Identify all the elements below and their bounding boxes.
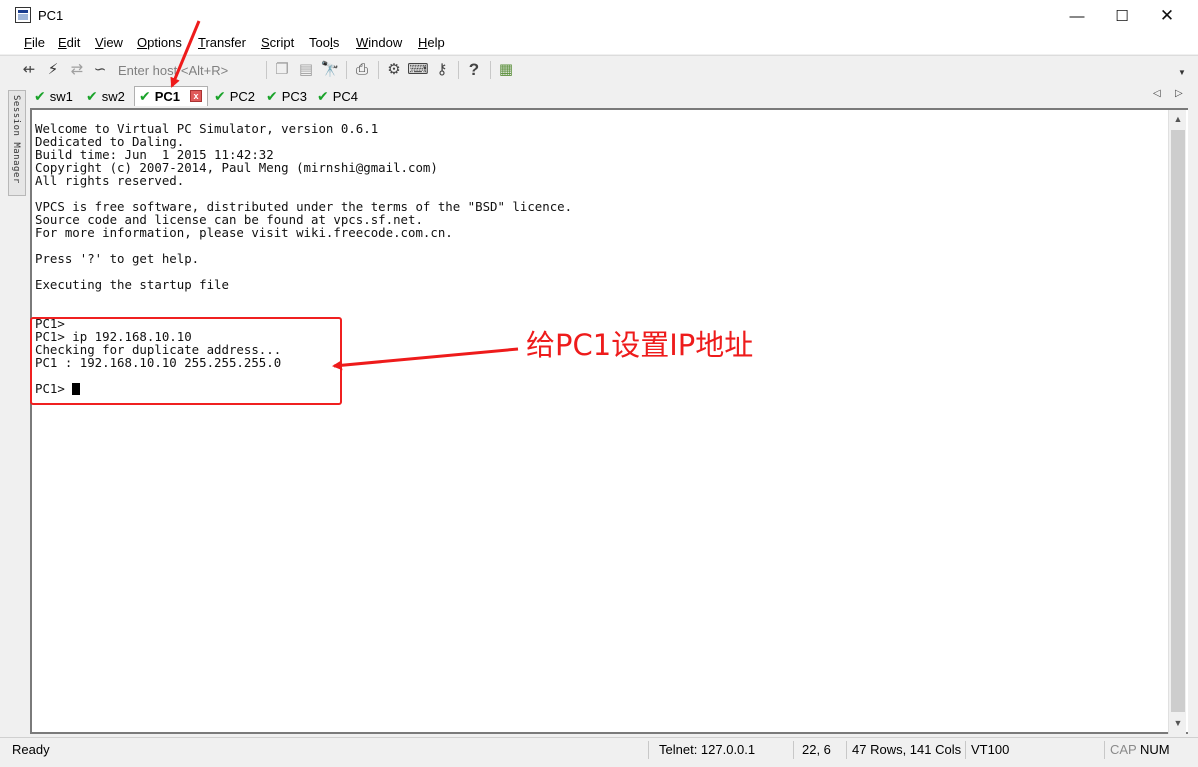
tab-sw2[interactable]: ✔ sw2 <box>82 86 132 106</box>
toolbar: ⇷ ⚡ ⇄ ∽ ❐ ▤ 🔭 ⎙ ⚙ ⌨ ⚷ ? ▦ ▼ <box>0 55 1198 84</box>
connected-check-icon: ✔ <box>34 87 46 104</box>
connect-icon[interactable]: ⇷ <box>20 61 38 79</box>
toolbar-separator <box>346 61 347 79</box>
status-divider <box>793 741 794 759</box>
status-divider <box>648 741 649 759</box>
status-cursor-position: 22, 6 <box>802 742 831 757</box>
session-manager-label: Session Manager <box>11 95 21 184</box>
host-input[interactable] <box>114 60 262 80</box>
maximize-button[interactable]: ☐ <box>1099 0 1145 32</box>
disconnect-icon[interactable]: ∽ <box>91 61 109 79</box>
title-bar: PC1 — ☐ ✕ <box>0 0 1198 32</box>
tab-next-icon[interactable]: ▷ <box>1175 88 1183 99</box>
menu-edit[interactable]: Edit <box>58 35 80 50</box>
status-connection: Telnet: 127.0.0.1 <box>659 742 756 757</box>
toolbar-separator <box>266 61 267 79</box>
menu-transfer[interactable]: Transfer <box>198 35 246 50</box>
tab-sw1[interactable]: ✔ sw1 <box>30 86 78 106</box>
tab-close-icon[interactable]: x <box>190 90 202 102</box>
keymap-icon[interactable]: ⌨ <box>407 61 429 79</box>
terminal-line: Executing the startup file <box>35 277 229 292</box>
status-size: 47 Rows, 141 Cols <box>852 742 962 757</box>
status-bar: Ready Telnet: 127.0.0.1 22, 6 47 Rows, 1… <box>0 737 1198 761</box>
tab-prev-icon[interactable]: ◁ <box>1153 88 1161 99</box>
toolbar-separator <box>458 61 459 79</box>
connected-check-icon: ✔ <box>317 87 329 104</box>
menu-file[interactable]: File <box>24 35 45 50</box>
session-tabs: ✔ sw1 ✔ sw2 ✔ PC1 x ✔ PC2 ✔ PC3 ✔ PC4 ◁ ▷ <box>30 84 1196 107</box>
session-manager-tab[interactable]: Session Manager <box>8 90 26 196</box>
tab-pc3[interactable]: ✔ PC3 <box>262 86 312 106</box>
sftp-icon[interactable]: ▦ <box>497 61 515 79</box>
status-divider <box>1104 741 1105 759</box>
toolbar-separator <box>490 61 491 79</box>
scroll-up-icon[interactable]: ▲ <box>1169 110 1187 128</box>
status-num: NUM <box>1140 742 1170 757</box>
copy-icon[interactable]: ❐ <box>273 61 291 79</box>
print-icon[interactable]: ⎙ <box>353 61 371 79</box>
connected-check-icon: ✔ <box>266 87 278 104</box>
menu-view[interactable]: View <box>95 35 123 50</box>
tab-pc4[interactable]: ✔ PC4 <box>313 86 363 106</box>
close-button[interactable]: ✕ <box>1144 0 1190 32</box>
key-icon[interactable]: ⚷ <box>433 61 451 79</box>
terminal-line: Welcome to Virtual PC Simulator, version… <box>35 121 379 136</box>
menu-options[interactable]: Options <box>137 35 182 50</box>
status-divider <box>965 741 966 759</box>
tab-pc2[interactable]: ✔ PC2 <box>210 86 260 106</box>
status-emulation: VT100 <box>971 742 1010 757</box>
settings-icon[interactable]: ⚙ <box>385 61 403 79</box>
minimize-button[interactable]: — <box>1054 0 1100 32</box>
paste-icon[interactable]: ▤ <box>297 61 315 79</box>
toolbar-separator <box>378 61 379 79</box>
terminal-line: Press '?' to get help. <box>35 251 200 266</box>
vertical-scrollbar[interactable]: ▲ ▼ <box>1168 110 1186 734</box>
lightning-icon[interactable]: ⚡ <box>44 61 62 79</box>
annotation-highlight-box <box>30 317 342 405</box>
terminal-line: All rights reserved. <box>35 173 185 188</box>
menu-bar: File Edit View Options Transfer Script T… <box>0 32 1198 54</box>
find-icon[interactable]: 🔭 <box>321 61 340 79</box>
menu-script[interactable]: Script <box>261 35 294 50</box>
menu-help[interactable]: Help <box>418 35 445 50</box>
toolbar-dropdown-icon[interactable]: ▼ <box>1178 68 1186 77</box>
status-ready: Ready <box>12 742 50 757</box>
app-icon <box>15 7 31 23</box>
scroll-down-icon[interactable]: ▼ <box>1169 714 1187 732</box>
connected-check-icon: ✔ <box>139 88 151 104</box>
scroll-thumb[interactable] <box>1171 130 1185 712</box>
annotation-label: 给PC1设置IP地址 <box>526 328 754 362</box>
terminal-line: For more information, please visit wiki.… <box>35 225 453 240</box>
securecrt-window: PC1 — ☐ ✕ File Edit View Options Transfe… <box>0 0 1198 767</box>
reconnect-icon[interactable]: ⇄ <box>68 61 86 79</box>
menu-tools[interactable]: Tools <box>309 35 339 50</box>
menu-window[interactable]: Window <box>356 35 402 50</box>
connected-check-icon: ✔ <box>214 87 226 104</box>
help-icon[interactable]: ? <box>465 61 483 79</box>
status-cap: CAP <box>1110 742 1137 757</box>
connected-check-icon: ✔ <box>86 87 98 104</box>
status-divider <box>846 741 847 759</box>
terminal-line: Copyright (c) 2007-2014, Paul Meng (mirn… <box>35 160 438 175</box>
terminal-output[interactable]: Welcome to Virtual PC Simulator, version… <box>35 122 1163 730</box>
window-title: PC1 <box>38 8 64 23</box>
